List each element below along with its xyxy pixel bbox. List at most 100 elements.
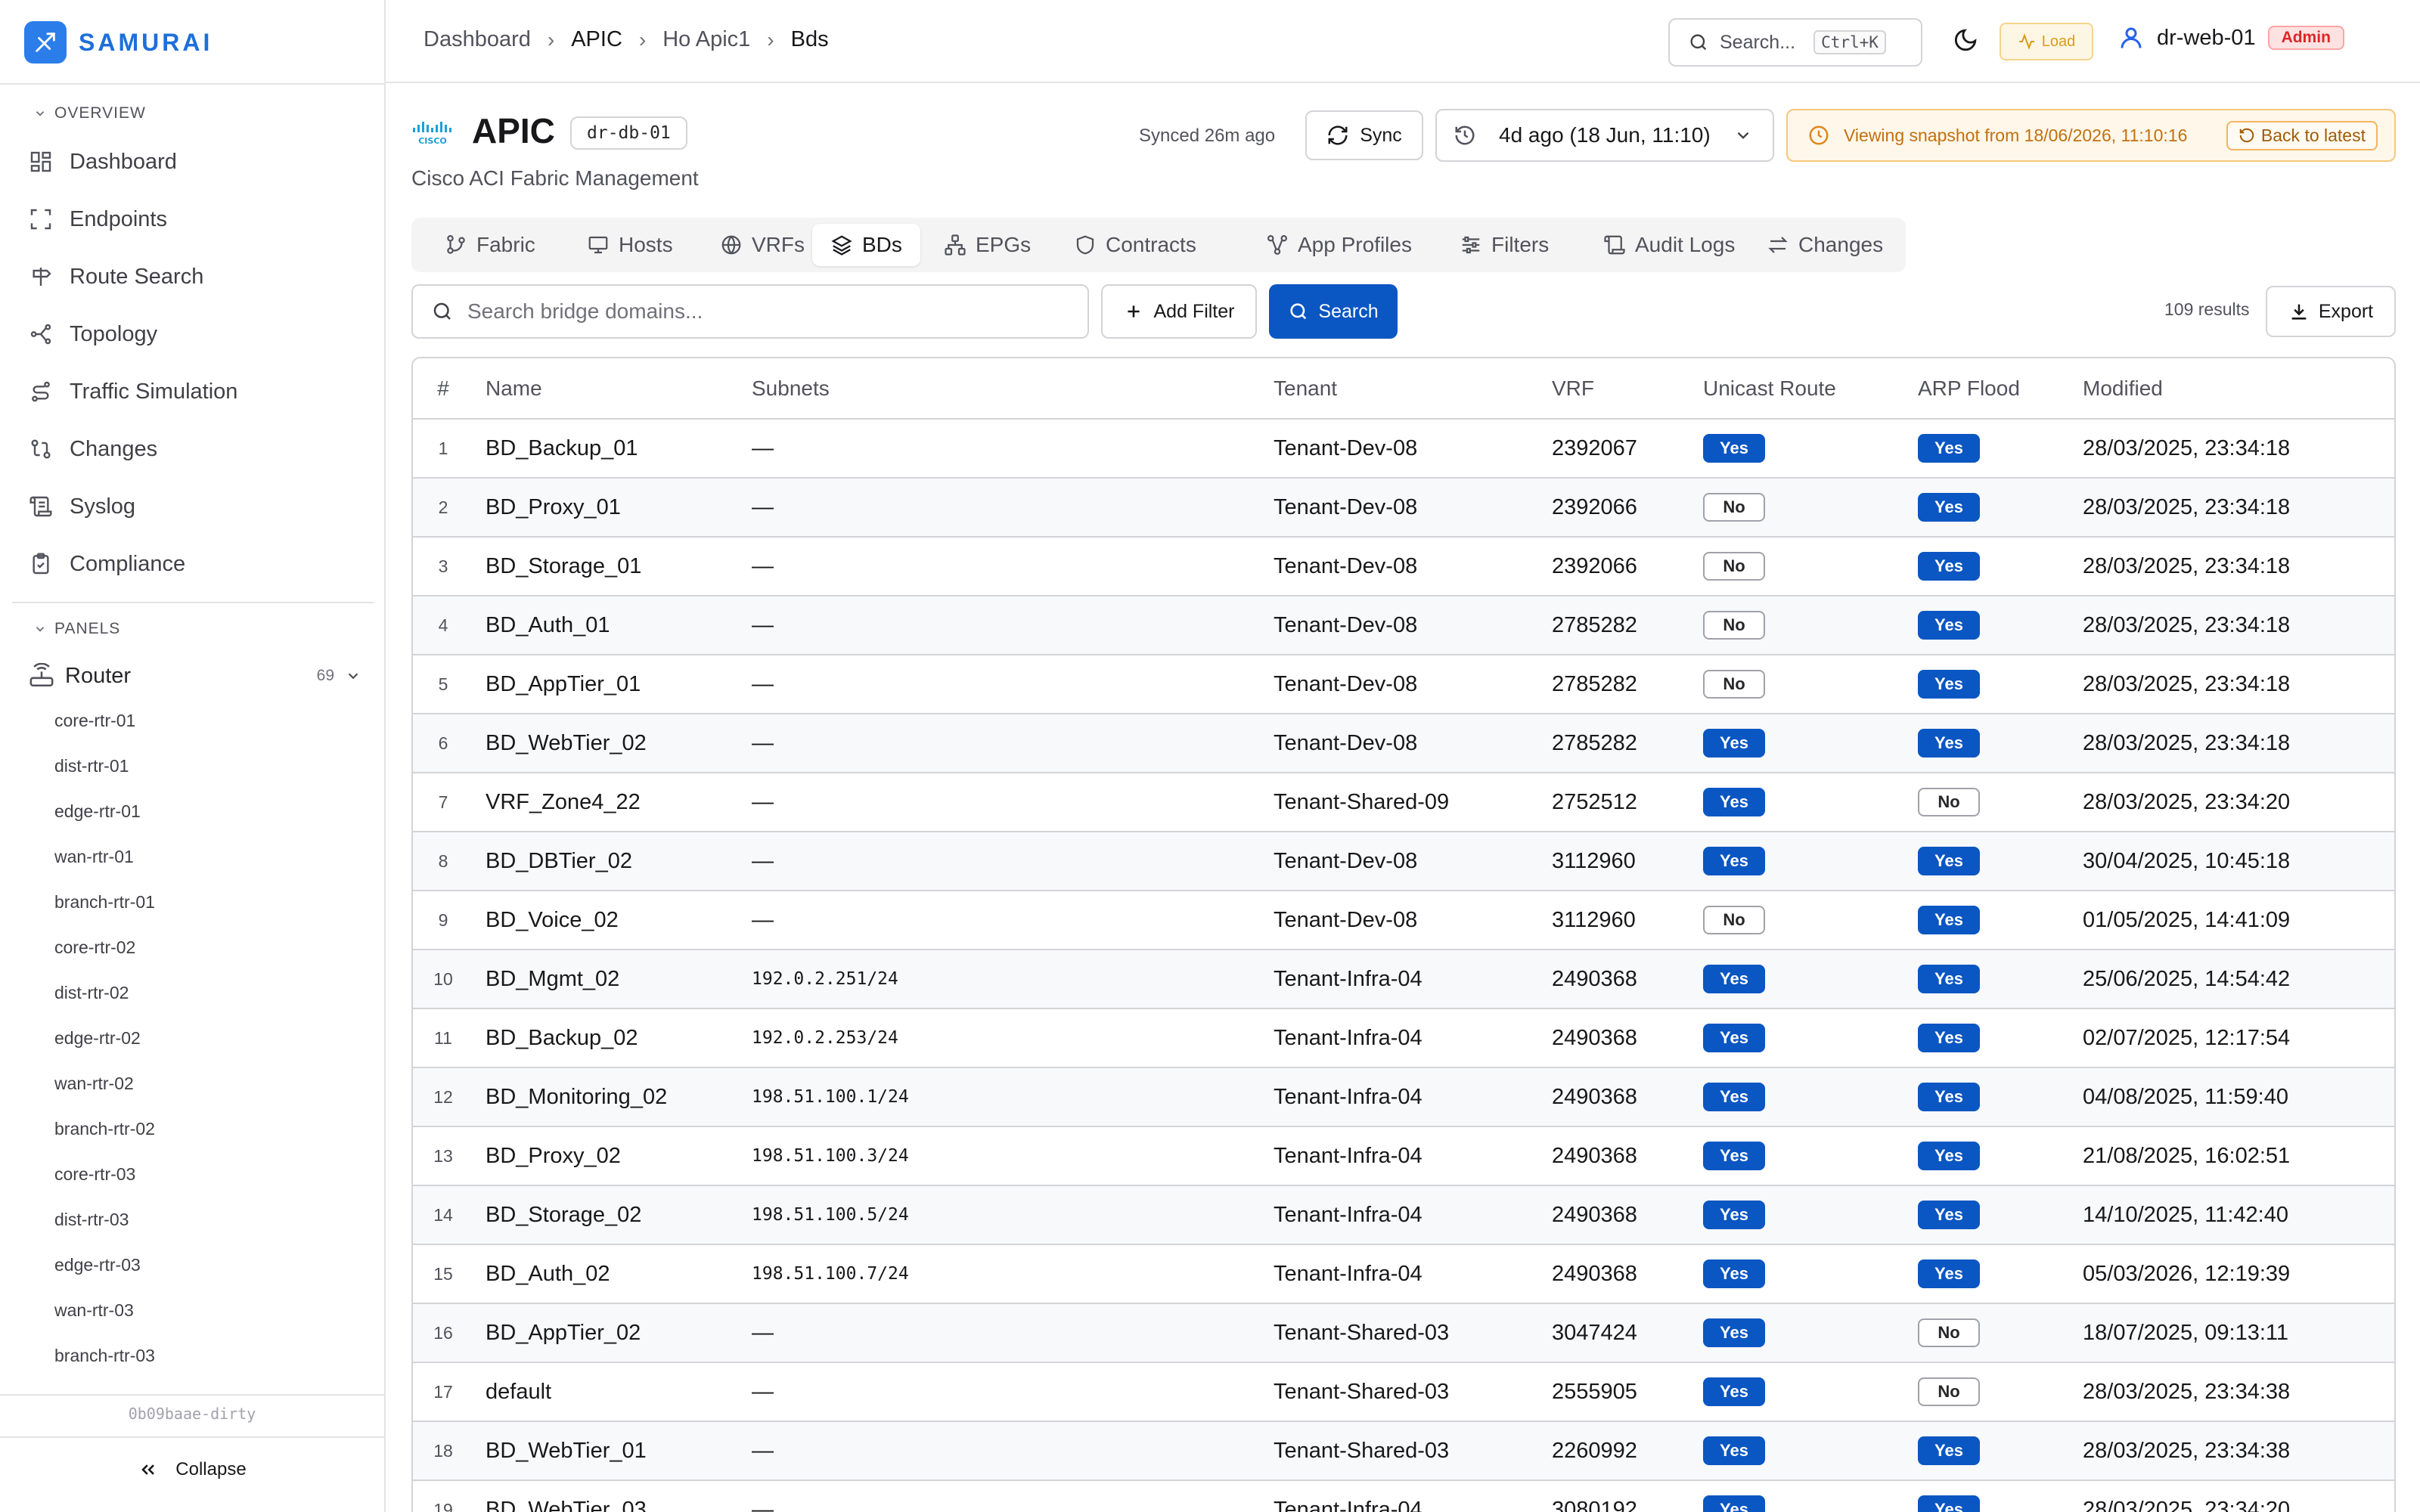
column-header-index[interactable]: # xyxy=(413,358,473,420)
cell-modified: 28/03/2025, 23:34:18 xyxy=(2083,478,2394,538)
user-menu[interactable]: dr-web-01 Admin xyxy=(2118,24,2344,51)
column-header-name[interactable]: Name xyxy=(473,358,752,420)
export-button[interactable]: Export xyxy=(2266,286,2396,337)
nav-syslog[interactable]: Syslog xyxy=(29,485,135,528)
table-row[interactable]: 15 BD_Auth_02 198.51.100.7/24 Tenant-Infra-… xyxy=(413,1244,2394,1304)
add-filter-button[interactable]: Add Filter xyxy=(1101,284,1257,339)
tab-epgs[interactable]: EPGs xyxy=(926,224,1049,266)
column-header-subnets[interactable]: Subnets xyxy=(752,358,1274,420)
tab-contracts-label: Contracts xyxy=(1106,233,1196,256)
table-row[interactable]: 12 BD_Monitoring_02 198.51.100.1/24 Tenant-… xyxy=(413,1067,2394,1127)
sync-button[interactable]: Sync xyxy=(1305,110,1423,160)
table-row[interactable]: 19 BD_WebTier_03— Tenant-Infra-04 3080192 Ye… xyxy=(413,1480,2394,1512)
rotate-ccw-icon xyxy=(2239,128,2254,143)
table-row[interactable]: 18 BD_WebTier_01— Tenant-Shared-03 2260992 Y… xyxy=(413,1421,2394,1481)
build-version: 0b09baae-dirty xyxy=(128,1405,256,1423)
snapshot-select[interactable]: 4d ago (18 Jun, 11:10) xyxy=(1435,109,1774,162)
nav-endpoints[interactable]: Endpoints xyxy=(29,198,167,240)
column-header-arp-flood[interactable]: ARP Flood xyxy=(1918,358,2083,420)
nav-changes[interactable]: Changes xyxy=(29,428,157,470)
column-header-modified[interactable]: Modified xyxy=(2083,358,2394,420)
router-device-item[interactable]: wan-rtr-02 xyxy=(54,1074,134,1094)
table-row[interactable]: 17 default — Tenant-Shared-03 2555905 Yes No 28… xyxy=(413,1362,2394,1422)
cell-unicast-route: Yes xyxy=(1703,1067,1918,1127)
router-device-item[interactable]: dist-rtr-01 xyxy=(54,756,129,776)
breadcrumb-dashboard[interactable]: Dashboard xyxy=(424,27,531,52)
brand-name: SAMURAI xyxy=(79,28,213,56)
bridge-domain-search[interactable] xyxy=(411,284,1089,339)
router-device-item[interactable]: edge-rtr-02 xyxy=(54,1028,141,1049)
collapse-sidebar-button[interactable]: Collapse xyxy=(0,1459,384,1480)
router-device-item[interactable]: core-rtr-02 xyxy=(54,937,135,958)
table-row[interactable]: 7 VRF_Zone4_22— Tenant-Shared-09 2752512 Yes… xyxy=(413,773,2394,832)
cell-modified: 28/03/2025, 23:34:18 xyxy=(2083,419,2394,479)
tab-filters[interactable]: Filters xyxy=(1441,224,1567,266)
router-device-item[interactable]: wan-rtr-03 xyxy=(54,1300,134,1321)
bridge-domain-search-input[interactable] xyxy=(467,299,1072,324)
tab-app-profiles[interactable]: App Profiles xyxy=(1248,224,1430,266)
router-device-item[interactable]: branch-rtr-03 xyxy=(54,1346,155,1366)
nav-traffic-simulation[interactable]: Traffic Simulation xyxy=(29,370,237,413)
tab-bds[interactable]: BDs xyxy=(812,224,920,266)
tab-filters-label: Filters xyxy=(1491,233,1550,256)
column-header-vrf[interactable]: VRF xyxy=(1552,358,1703,420)
theme-toggle-button[interactable] xyxy=(1953,27,1978,58)
cell-arp-flood: No xyxy=(1918,1362,2083,1422)
router-device-item[interactable]: edge-rtr-03 xyxy=(54,1255,141,1275)
overview-section-toggle[interactable]: OVERVIEW xyxy=(33,104,146,122)
table-row[interactable]: 3 BD_Storage_01— Tenant-Dev-08 2392066 No Yes… xyxy=(413,537,2394,596)
global-search[interactable]: Search... Ctrl+K xyxy=(1668,18,1922,67)
cell-bd-name: BD_DBTier_02 xyxy=(473,832,752,891)
table-row[interactable]: 1 BD_Backup_01— Tenant-Dev-08 2392067 Yes Yes… xyxy=(413,419,2394,479)
table-row[interactable]: 9 BD_Voice_02— Tenant-Dev-08 3112960 No Yes 01… xyxy=(413,891,2394,950)
cell-tenant: Tenant-Infra-04 xyxy=(1274,1480,1552,1512)
router-device-item[interactable]: dist-rtr-02 xyxy=(54,983,129,1003)
tab-hosts[interactable]: Hosts xyxy=(569,224,691,266)
tab-audit-logs[interactable]: Audit Logs xyxy=(1585,224,1753,266)
table-row[interactable]: 6 BD_WebTier_02— Tenant-Dev-08 2785282 Yes Ye… xyxy=(413,714,2394,773)
search-button[interactable]: Search xyxy=(1269,284,1398,339)
load-button[interactable]: Load xyxy=(2000,23,2093,60)
table-row[interactable]: 13 BD_Proxy_02 198.51.100.3/24 Tenant-Infra… xyxy=(413,1126,2394,1186)
layers-icon xyxy=(831,235,852,256)
back-to-latest-button[interactable]: Back to latest xyxy=(2226,120,2378,150)
cell-bd-name: BD_WebTier_02 xyxy=(473,714,752,773)
arp-flood-badge: Yes xyxy=(1918,493,1980,522)
router-device-item[interactable]: dist-rtr-03 xyxy=(54,1210,129,1230)
tab-vrfs[interactable]: VRFs xyxy=(702,224,823,266)
router-device-item[interactable]: wan-rtr-01 xyxy=(54,847,134,867)
cell-vrf: 2555905 xyxy=(1552,1362,1703,1422)
breadcrumb-ho-apic1[interactable]: Ho Apic1 xyxy=(662,27,750,52)
table-row[interactable]: 8 BD_DBTier_02— Tenant-Dev-08 3112960 Yes Yes… xyxy=(413,832,2394,891)
tab-contracts[interactable]: Contracts xyxy=(1056,224,1215,266)
column-header-tenant[interactable]: Tenant xyxy=(1274,358,1552,420)
router-device-item[interactable]: branch-rtr-01 xyxy=(54,892,155,912)
router-device-item[interactable]: edge-rtr-01 xyxy=(54,801,141,822)
table-row[interactable]: 16 BD_AppTier_02— Tenant-Shared-03 3047424 Y… xyxy=(413,1303,2394,1363)
nav-dashboard[interactable]: Dashboard xyxy=(29,141,177,183)
breadcrumb-apic[interactable]: APIC xyxy=(571,27,622,52)
column-header-unicast-route[interactable]: Unicast Route xyxy=(1703,358,1918,420)
brand[interactable]: SAMURAI xyxy=(24,20,213,65)
table-row[interactable]: 10 BD_Mgmt_02 192.0.2.251/24 Tenant-Infra-0… xyxy=(413,950,2394,1009)
nav-compliance[interactable]: Compliance xyxy=(29,543,185,585)
table-row[interactable]: 14 BD_Storage_02 198.51.100.5/24 Tenant-Inf… xyxy=(413,1185,2394,1245)
panels-section-toggle[interactable]: PANELS xyxy=(33,620,120,638)
nav-route-search[interactable]: Route Search xyxy=(29,256,203,298)
router-device-item[interactable]: core-rtr-01 xyxy=(54,711,135,731)
user-name: dr-web-01 xyxy=(2157,25,2256,50)
router-panel-toggle[interactable]: Router 69 xyxy=(29,655,361,697)
cell-arp-flood: Yes xyxy=(1918,1185,2083,1245)
nav-topology[interactable]: Topology xyxy=(29,313,157,355)
table-row[interactable]: 2 BD_Proxy_01— Tenant-Dev-08 2392066 No Yes 28… xyxy=(413,478,2394,538)
tab-fabric[interactable]: Fabric xyxy=(427,224,554,266)
tab-changes[interactable]: Changes xyxy=(1748,224,1901,266)
router-device-item[interactable]: branch-rtr-02 xyxy=(54,1119,155,1139)
router-device-item[interactable]: core-rtr-03 xyxy=(54,1164,135,1185)
table-row[interactable]: 5 BD_AppTier_01— Tenant-Dev-08 2785282 No Yes… xyxy=(413,655,2394,714)
table-row[interactable]: 11 BD_Backup_02 192.0.2.253/24 Tenant-Infra… xyxy=(413,1009,2394,1068)
unicast-route-badge: Yes xyxy=(1703,1024,1765,1052)
table-row[interactable]: 4 BD_Auth_01— Tenant-Dev-08 2785282 No Yes 28/… xyxy=(413,596,2394,655)
globe-icon xyxy=(721,235,741,255)
unicast-route-badge: Yes xyxy=(1703,788,1765,816)
